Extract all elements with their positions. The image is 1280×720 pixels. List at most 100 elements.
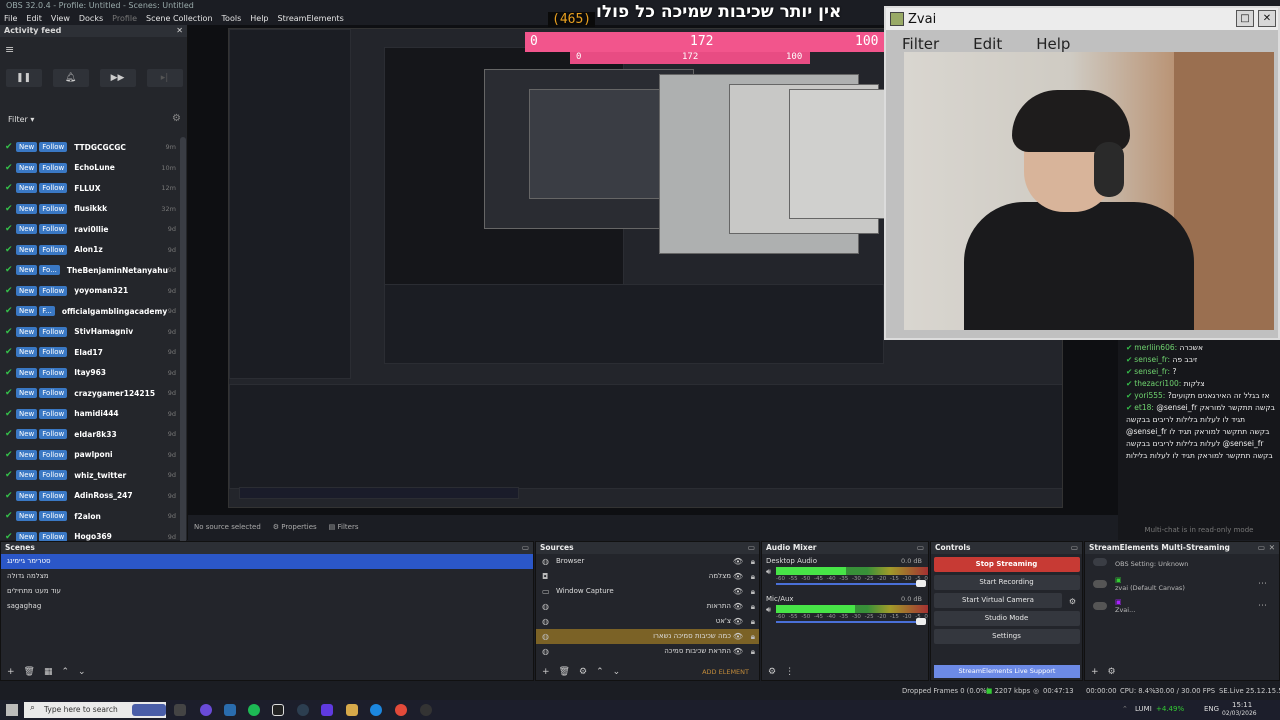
feed-row[interactable]: ✔ New Follow flusikkk 32m	[0, 199, 180, 220]
add-scene-icon[interactable]: +	[7, 667, 15, 677]
spotify-icon[interactable]	[248, 704, 260, 716]
undock-icon[interactable]: ▭	[1071, 542, 1078, 554]
menu-edit[interactable]: Edit	[973, 35, 1002, 53]
scene-item[interactable]: sagaghag	[1, 599, 533, 614]
clock-time[interactable]: 15:11	[1232, 701, 1252, 709]
undock-icon[interactable]: ▭	[1258, 542, 1265, 554]
filters-button[interactable]: ▤ Filters	[329, 523, 359, 531]
edge-icon[interactable]	[370, 704, 382, 716]
menu-streamelements[interactable]: StreamElements	[278, 12, 344, 25]
remove-source-icon[interactable]: 🗑︎	[559, 667, 570, 677]
source-item[interactable]: ◍ התראות 👁︎ 🔒︎	[536, 599, 759, 614]
source-item[interactable]: ◍ צ'אט 👁︎ 🔒︎	[536, 614, 759, 629]
settings-button[interactable]: Settings	[933, 629, 1080, 644]
menu-help[interactable]: Help	[250, 12, 268, 25]
source-item[interactable]: ◍ התראת שכיבות סמיכה 👁︎ 🔒︎	[536, 644, 759, 659]
source-item[interactable]: ▭ Window Capture 👁︎ 🔒︎	[536, 584, 759, 599]
properties-button[interactable]: ⚙ Properties	[273, 523, 317, 531]
move-down-icon[interactable]: ⌄	[78, 667, 86, 677]
bell-button[interactable]: 🔔︎	[52, 68, 89, 87]
slider-handle[interactable]	[916, 580, 926, 587]
feed-row[interactable]: ✔ New Follow eldar8k33 9d	[0, 424, 180, 445]
feed-row[interactable]: ✔ New Follow FLLUX 12m	[0, 178, 180, 199]
start-recording-button[interactable]: Start Recording	[933, 575, 1080, 590]
add-source-icon[interactable]: +	[542, 667, 550, 677]
pause-button[interactable]: ❚❚	[5, 68, 42, 87]
eye-icon[interactable]: 👁︎	[733, 599, 743, 614]
feed-row[interactable]: ✔ New Follow crazygamer124215 9d	[0, 383, 180, 404]
eye-icon[interactable]: 👁︎	[733, 614, 743, 629]
lock-icon[interactable]: 🔒︎	[751, 599, 755, 614]
skip-button[interactable]: ▶▶	[99, 68, 136, 87]
steam-icon[interactable]	[224, 704, 236, 716]
folder-icon[interactable]	[346, 704, 358, 716]
menu-edit[interactable]: Edit	[26, 12, 42, 25]
show-hidden-icons[interactable]: ⌃	[1122, 705, 1128, 713]
source-settings-icon[interactable]: ⚙	[579, 667, 587, 677]
feed-row[interactable]: ✔ New Follow Itay963 9d	[0, 363, 180, 384]
stop-streaming-button[interactable]: Stop Streaming	[933, 557, 1080, 572]
menu-docks[interactable]: Docks	[79, 12, 103, 25]
windows-start-icon[interactable]	[6, 704, 18, 716]
hamburger-menu-icon[interactable]: ≡	[5, 43, 14, 56]
scene-item[interactable]: מצלמה גדולה	[1, 569, 533, 584]
eye-icon[interactable]: 👁︎	[733, 584, 743, 599]
app-icon[interactable]	[200, 704, 212, 716]
undock-icon[interactable]: ▭	[748, 542, 755, 554]
undock-icon[interactable]: ▭	[522, 542, 529, 554]
slider-handle[interactable]	[916, 618, 926, 625]
menu-help[interactable]: Help	[1036, 35, 1070, 53]
maximize-button[interactable]: □	[1236, 10, 1254, 27]
more-icon[interactable]: ⋯	[1258, 601, 1267, 611]
lock-icon[interactable]: 🔒︎	[751, 584, 755, 599]
close-icon[interactable]: ✕	[1269, 542, 1275, 554]
feed-row[interactable]: ✔ New Follow yoyoman321 9d	[0, 281, 180, 302]
task-view-icon[interactable]	[174, 704, 186, 716]
mixer-settings-icon[interactable]: ⚙	[768, 667, 776, 677]
speaker-icon[interactable]: 🔊︎	[766, 605, 771, 615]
eye-icon[interactable]: 👁︎	[733, 629, 743, 644]
menu-view[interactable]: View	[51, 12, 70, 25]
obs-recording-icon[interactable]	[420, 704, 432, 716]
close-icon[interactable]: ✕	[176, 25, 183, 37]
eye-icon[interactable]: 👁︎	[733, 569, 743, 584]
chrome-icon[interactable]	[395, 704, 407, 716]
virtual-camera-gear-icon[interactable]: ⚙	[1069, 597, 1076, 606]
menu-scene-collection[interactable]: Scene Collection	[146, 12, 213, 25]
skip-end-button[interactable]: ▸|	[146, 68, 183, 87]
volume-slider[interactable]	[776, 580, 926, 587]
scene-item[interactable]: עוד מעט מתחילים	[1, 584, 533, 599]
language-indicator[interactable]: ENG	[1204, 705, 1219, 713]
feed-row[interactable]: ✔ New Follow AdinRoss_247 9d	[0, 486, 180, 507]
eye-icon[interactable]: 👁︎	[733, 644, 743, 659]
stream-toggle[interactable]	[1093, 602, 1107, 610]
feed-row[interactable]: ✔ New Follow hamidi444 9d	[0, 404, 180, 425]
feed-row[interactable]: ✔ New Follow ravi0llie 9d	[0, 219, 180, 240]
feed-row[interactable]: ✔ New Follow whiz_twitter 9d	[0, 465, 180, 486]
mixer-menu-icon[interactable]: ⋮	[785, 667, 794, 677]
scene-item[interactable]: סטרימר גיימינג	[1, 554, 533, 569]
capcut-icon[interactable]	[272, 704, 284, 716]
source-item[interactable]: ◍ Browser 👁︎ 🔒︎	[536, 554, 759, 569]
clock-date[interactable]: 02/03/2026	[1222, 710, 1257, 717]
volume-slider[interactable]	[776, 618, 926, 625]
feed-row[interactable]: ✔ New Follow TTDGCGCGC 9m	[0, 137, 180, 158]
move-up-icon[interactable]: ⌃	[596, 667, 604, 677]
lock-icon[interactable]: 🔒︎	[751, 554, 755, 569]
move-up-icon[interactable]: ⌃	[62, 667, 70, 677]
feed-row[interactable]: ✔ New Follow EchoLune 10m	[0, 158, 180, 179]
more-icon[interactable]: ⋯	[1258, 579, 1267, 589]
feed-row[interactable]: ✔ New Follow Elad17 9d	[0, 342, 180, 363]
add-element-button[interactable]: ADD ELEMENT	[702, 668, 749, 676]
close-button[interactable]: ✕	[1258, 10, 1276, 27]
menu-filter[interactable]: Filter	[902, 35, 939, 53]
stream-toggle[interactable]	[1093, 580, 1107, 588]
feed-row[interactable]: ✔ New Follow StivHamagniv 9d	[0, 322, 180, 343]
menu-file[interactable]: File	[4, 12, 17, 25]
menu-tools[interactable]: Tools	[222, 12, 242, 25]
add-destination-icon[interactable]: +	[1091, 667, 1099, 677]
speaker-icon[interactable]: 🔊︎	[766, 567, 771, 577]
feed-row[interactable]: ✔ New Follow pawlponi 9d	[0, 445, 180, 466]
source-item[interactable]: ◍ כמה שכיבות סמיכה נשארו 👁︎ 🔒︎	[536, 629, 759, 644]
scene-settings-icon[interactable]: ▦	[44, 667, 53, 677]
